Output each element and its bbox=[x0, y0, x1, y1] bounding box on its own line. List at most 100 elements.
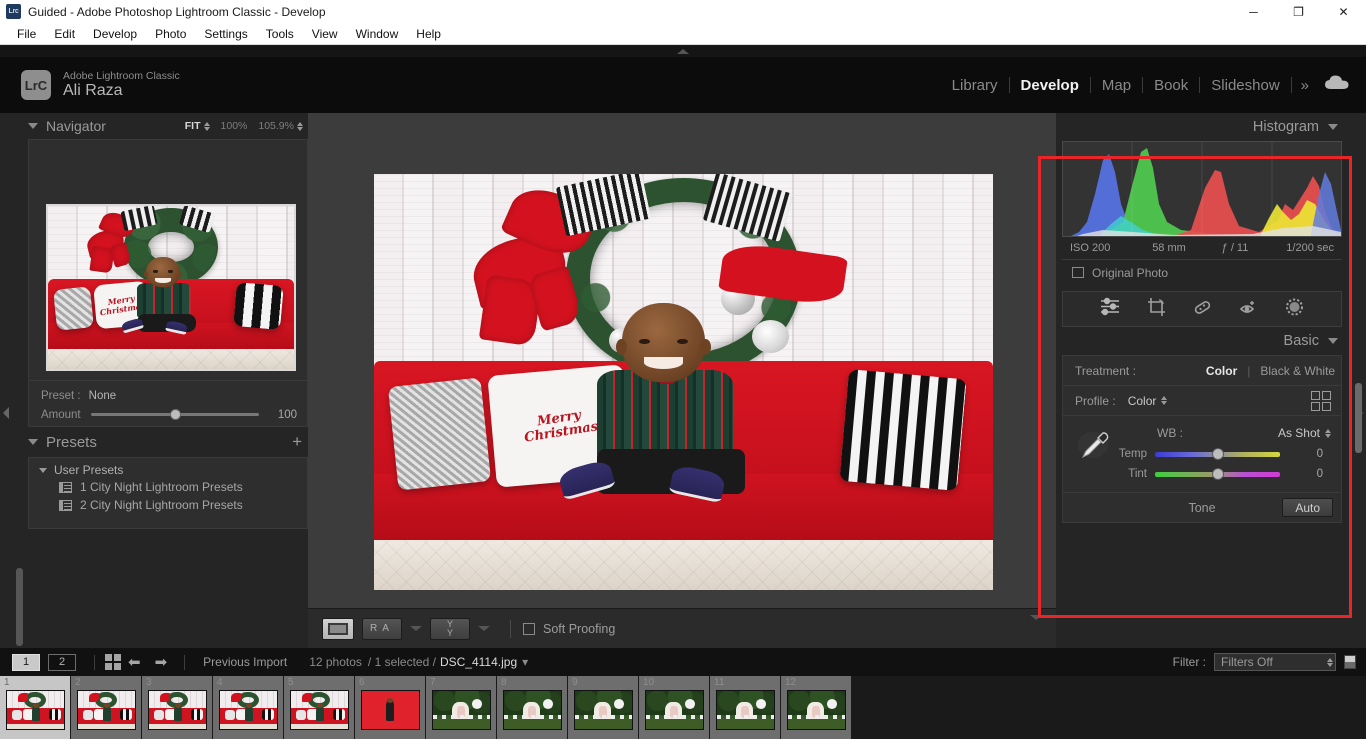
menu-edit[interactable]: Edit bbox=[45, 25, 84, 43]
tint-value[interactable]: 0 bbox=[1317, 468, 1331, 480]
split-view-menu-icon[interactable] bbox=[478, 626, 490, 631]
tint-slider-knob[interactable] bbox=[1211, 467, 1224, 480]
filmstrip-source-label[interactable]: Previous Import bbox=[203, 655, 287, 669]
filmstrip-thumbnail[interactable]: 11 bbox=[710, 676, 781, 739]
image-viewport[interactable]: Merry Christmas bbox=[308, 113, 1056, 608]
filmstrip-thumbnail[interactable]: 12 bbox=[781, 676, 852, 739]
spot-removal-icon[interactable] bbox=[1192, 297, 1213, 322]
module-map[interactable]: Map bbox=[1091, 77, 1142, 94]
module-develop[interactable]: Develop bbox=[1010, 77, 1090, 94]
preset-list-item[interactable]: 1 City Night Lightroom Presets bbox=[29, 478, 307, 496]
zoom-custom-stepper-icon[interactable] bbox=[297, 121, 303, 131]
temp-slider-knob[interactable] bbox=[1211, 447, 1224, 460]
filmstrip-thumbnail[interactable]: 9 bbox=[568, 676, 639, 739]
monitor-1-button[interactable]: 1 bbox=[12, 653, 40, 671]
menu-view[interactable]: View bbox=[303, 25, 347, 43]
filmstrip-thumbnail[interactable]: 5 bbox=[284, 676, 355, 739]
wb-stepper-icon[interactable] bbox=[1325, 428, 1331, 438]
navigate-forward-icon[interactable]: ➡ bbox=[155, 653, 168, 671]
navigator-header[interactable]: Navigator FIT 100% 105.9% bbox=[28, 113, 308, 139]
filmstrip-thumbnail[interactable]: 4 bbox=[213, 676, 284, 739]
top-panel-collapse[interactable] bbox=[0, 46, 1366, 57]
tint-slider[interactable] bbox=[1155, 467, 1280, 480]
filmstrip-thumbnail[interactable]: 8 bbox=[497, 676, 568, 739]
profile-value[interactable]: Color bbox=[1128, 394, 1168, 408]
treatment-bw-option[interactable]: Black & White bbox=[1260, 364, 1335, 378]
filmstrip-thumbnail[interactable]: 7 bbox=[426, 676, 497, 739]
maximize-button[interactable]: ❐ bbox=[1276, 0, 1321, 23]
main-photo[interactable]: Merry Christmas bbox=[374, 174, 993, 590]
flag-filter-icon[interactable] bbox=[1344, 655, 1356, 669]
red-eye-correction-icon[interactable] bbox=[1238, 297, 1259, 322]
filter-dropdown[interactable]: Filters Off bbox=[1214, 653, 1336, 671]
module-slideshow[interactable]: Slideshow bbox=[1200, 77, 1290, 94]
filter-stepper-icon[interactable] bbox=[1327, 657, 1333, 667]
more-modules-icon[interactable]: » bbox=[1292, 77, 1318, 94]
group-disclosure-icon[interactable] bbox=[39, 467, 47, 473]
presets-group-user[interactable]: User Presets bbox=[29, 462, 307, 478]
close-button[interactable]: ✕ bbox=[1321, 0, 1366, 23]
menu-help[interactable]: Help bbox=[407, 25, 450, 43]
presets-header[interactable]: Presets + bbox=[28, 427, 308, 457]
navigator-preview[interactable]: Merry Christmas bbox=[28, 139, 308, 381]
navigator-disclosure-icon[interactable] bbox=[28, 123, 38, 129]
right-panel-scrollbar[interactable] bbox=[1355, 383, 1362, 453]
preset-value[interactable]: None bbox=[89, 390, 117, 402]
zoom-100-option[interactable]: 100% bbox=[221, 120, 248, 132]
module-book[interactable]: Book bbox=[1143, 77, 1199, 94]
module-library[interactable]: Library bbox=[941, 77, 1009, 94]
add-preset-icon[interactable]: + bbox=[292, 432, 308, 452]
treatment-color-option[interactable]: Color bbox=[1206, 364, 1237, 378]
menu-file[interactable]: File bbox=[8, 25, 45, 43]
histogram-header[interactable]: Histogram bbox=[1062, 113, 1342, 141]
before-after-button[interactable]: RA bbox=[362, 617, 402, 640]
original-photo-row[interactable]: Original Photo bbox=[1062, 259, 1342, 285]
wb-value[interactable]: As Shot bbox=[1278, 426, 1331, 440]
menu-photo[interactable]: Photo bbox=[146, 25, 195, 43]
toolbar-collapse-icon[interactable] bbox=[1030, 614, 1042, 638]
auto-tone-button[interactable]: Auto bbox=[1282, 498, 1333, 517]
white-balance-eyedropper-icon[interactable] bbox=[1077, 428, 1113, 467]
menu-settings[interactable]: Settings bbox=[195, 25, 256, 43]
left-panel-collapse[interactable] bbox=[0, 393, 12, 433]
amount-slider[interactable] bbox=[90, 409, 259, 420]
minimize-button[interactable]: ─ bbox=[1231, 0, 1276, 23]
presets-disclosure-icon[interactable] bbox=[28, 439, 38, 445]
menu-tools[interactable]: Tools bbox=[257, 25, 303, 43]
filmstrip[interactable]: 1 2 3 4 5 6 7 8 9 10 11 12 bbox=[0, 676, 1366, 739]
navigate-back-icon[interactable]: ⬅ bbox=[128, 653, 141, 671]
zoom-fit-stepper-icon[interactable] bbox=[203, 121, 210, 131]
adjustment-sliders-icon[interactable] bbox=[1099, 297, 1121, 321]
soft-proofing-checkbox[interactable] bbox=[523, 622, 535, 635]
basic-disclosure-icon[interactable] bbox=[1328, 338, 1338, 344]
monitor-2-button[interactable]: 2 bbox=[48, 653, 76, 671]
profile-grid-icon[interactable] bbox=[1311, 390, 1331, 411]
masking-icon[interactable] bbox=[1284, 297, 1305, 322]
temp-value[interactable]: 0 bbox=[1317, 448, 1331, 460]
filmstrip-thumbnail[interactable]: 3 bbox=[142, 676, 213, 739]
left-panel-scrollbar[interactable] bbox=[16, 568, 23, 646]
menu-develop[interactable]: Develop bbox=[84, 25, 146, 43]
split-view-button[interactable]: YY bbox=[430, 617, 470, 640]
profile-stepper-icon[interactable] bbox=[1161, 396, 1168, 405]
histogram-graph[interactable] bbox=[1062, 141, 1342, 237]
filmstrip-thumbnail[interactable]: 6 bbox=[355, 676, 426, 739]
identity-plate[interactable]: Adobe Lightroom Classic Ali Raza bbox=[63, 70, 180, 100]
grid-view-icon[interactable] bbox=[105, 654, 121, 670]
crop-overlay-icon[interactable] bbox=[1146, 297, 1167, 322]
filmstrip-thumbnail[interactable]: 1 bbox=[0, 676, 71, 739]
filmstrip-thumbnail[interactable]: 2 bbox=[71, 676, 142, 739]
preset-list-item[interactable]: 2 City Night Lightroom Presets bbox=[29, 496, 307, 514]
filmstrip-thumbnail[interactable]: 10 bbox=[639, 676, 710, 739]
amount-value[interactable]: 100 bbox=[269, 409, 297, 421]
temp-slider[interactable] bbox=[1155, 447, 1280, 460]
basic-panel-header[interactable]: Basic bbox=[1062, 327, 1342, 355]
soft-proofing-label[interactable]: Soft Proofing bbox=[543, 622, 615, 636]
zoom-fit-option[interactable]: FIT bbox=[185, 120, 210, 132]
zoom-custom-option[interactable]: 105.9% bbox=[258, 120, 303, 132]
cloud-sync-icon[interactable] bbox=[1324, 74, 1350, 96]
filename-dropdown-icon[interactable]: ▾ bbox=[522, 655, 528, 669]
menu-window[interactable]: Window bbox=[347, 25, 408, 43]
histogram-disclosure-icon[interactable] bbox=[1328, 124, 1338, 130]
presets-list[interactable]: User Presets 1 City Night Lightroom Pres… bbox=[28, 457, 308, 529]
